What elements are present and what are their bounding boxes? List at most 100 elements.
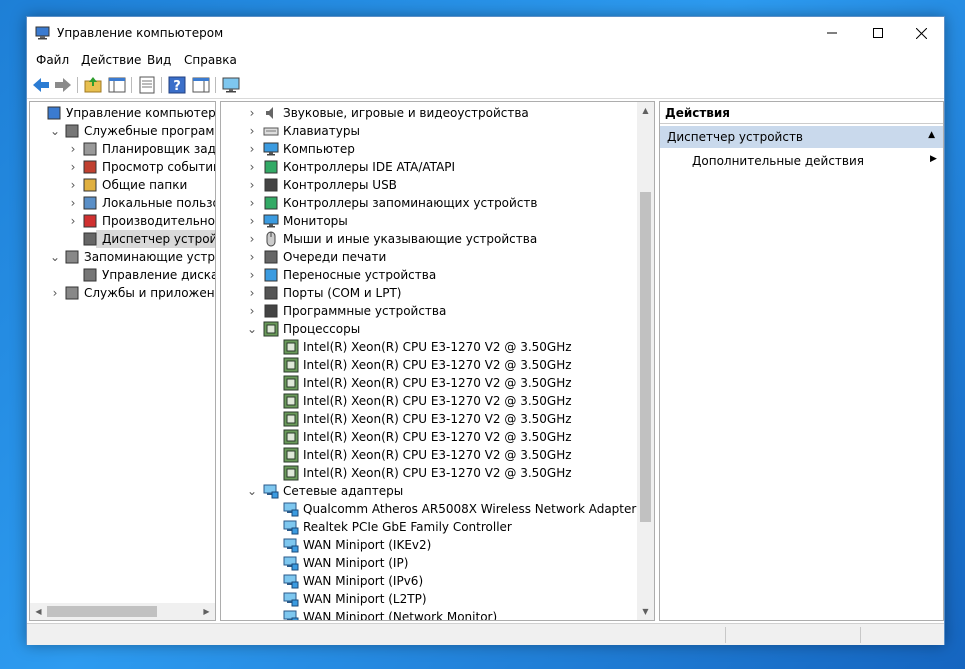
vertical-scrollbar[interactable]: ▲ ▼ <box>637 102 654 620</box>
device-item[interactable]: WAN Miniport (IP) <box>221 554 636 572</box>
nav-tree-item[interactable]: › Локальные пользовате <box>30 194 215 212</box>
up-folder-icon[interactable] <box>83 75 103 95</box>
horizontal-scroll-thumb[interactable] <box>47 606 157 617</box>
collapse-chevron-icon[interactable]: ⌄ <box>247 320 257 338</box>
expand-chevron-icon[interactable]: › <box>247 212 257 230</box>
menu-help[interactable]: Справка <box>184 53 237 67</box>
device-item[interactable]: WAN Miniport (IPv6) <box>221 572 636 590</box>
horizontal-scrollbar[interactable]: ◀ ▶ <box>30 603 215 620</box>
device-item[interactable]: Intel(R) Xeon(R) CPU E3-1270 V2 @ 3.50GH… <box>221 428 636 446</box>
device-item[interactable]: WAN Miniport (L2TP) <box>221 590 636 608</box>
expand-chevron-icon[interactable]: › <box>247 266 257 284</box>
device-category[interactable]: › Порты (COM и LPT) <box>221 284 636 302</box>
nav-tree-item[interactable]: Управление компьютером (л <box>30 104 215 122</box>
collapse-chevron-icon[interactable]: ⌄ <box>247 482 257 500</box>
device-category[interactable]: › Мониторы <box>221 212 636 230</box>
expand-chevron-icon[interactable]: › <box>247 122 257 140</box>
nav-tree-item[interactable]: ⌄ Запоминающие устройст <box>30 248 215 266</box>
maximize-button[interactable] <box>855 17 901 49</box>
expand-chevron-icon[interactable]: › <box>247 248 257 266</box>
device-item[interactable]: Intel(R) Xeon(R) CPU E3-1270 V2 @ 3.50GH… <box>221 464 636 482</box>
scroll-left-icon[interactable]: ◀ <box>30 603 47 620</box>
scroll-down-icon[interactable]: ▼ <box>637 603 654 620</box>
minimize-button[interactable] <box>809 17 855 49</box>
device-item[interactable]: Intel(R) Xeon(R) CPU E3-1270 V2 @ 3.50GH… <box>221 338 636 356</box>
expand-chevron-icon[interactable]: › <box>68 140 78 158</box>
device-category[interactable]: ⌄ Процессоры <box>221 320 636 338</box>
expand-chevron-icon[interactable]: › <box>68 158 78 176</box>
processor-icon <box>283 465 299 481</box>
device-item[interactable]: Intel(R) Xeon(R) CPU E3-1270 V2 @ 3.50GH… <box>221 410 636 428</box>
vertical-scroll-thumb[interactable] <box>640 192 651 522</box>
collapse-chevron-icon[interactable]: ⌄ <box>50 248 60 266</box>
collapse-chevron-icon[interactable]: ⌄ <box>50 122 60 140</box>
nav-tree-item[interactable]: › Службы и приложения <box>30 284 215 302</box>
expand-chevron-icon[interactable]: › <box>247 158 257 176</box>
device-category[interactable]: ⌄ Сетевые адаптеры <box>221 482 636 500</box>
scroll-up-icon[interactable]: ▲ <box>637 102 654 119</box>
status-segment <box>725 627 860 643</box>
nav-tree-item-label: Запоминающие устройст <box>84 250 215 264</box>
expand-chevron-icon[interactable]: › <box>247 230 257 248</box>
device-category[interactable]: › Контроллеры IDE ATA/ATAPI <box>221 158 636 176</box>
device-item[interactable]: Qualcomm Atheros AR5008X Wireless Networ… <box>221 500 636 518</box>
nav-tree-item[interactable]: ⌄ Служебные программы <box>30 122 215 140</box>
device-item[interactable]: Intel(R) Xeon(R) CPU E3-1270 V2 @ 3.50GH… <box>221 392 636 410</box>
device-item[interactable]: WAN Miniport (Network Monitor) <box>221 608 636 620</box>
forward-arrow-icon[interactable] <box>53 75 73 95</box>
expand-chevron-icon[interactable]: › <box>50 284 60 302</box>
view-icon[interactable] <box>191 75 211 95</box>
nav-tree-item[interactable]: Диспетчер устройств <box>30 230 215 248</box>
close-icon <box>916 27 927 39</box>
device-tree-pane[interactable]: ▲ ▼ › Звуковые, игровые и видеоустройства… <box>220 101 655 621</box>
menu-file[interactable]: Файл <box>36 53 69 67</box>
expand-chevron-icon[interactable]: › <box>247 194 257 212</box>
nav-tree-item[interactable]: Управление дисками <box>30 266 215 284</box>
nav-tree-item[interactable]: › Общие папки <box>30 176 215 194</box>
toolbar: ? <box>27 71 944 99</box>
device-item[interactable]: Intel(R) Xeon(R) CPU E3-1270 V2 @ 3.50GH… <box>221 356 636 374</box>
actions-pane: Действия Диспетчер устройств ▲ Дополните… <box>659 101 944 621</box>
device-category[interactable]: › Клавиатуры <box>221 122 636 140</box>
device-category[interactable]: › Контроллеры USB <box>221 176 636 194</box>
device-label: Контроллеры запоминающих устройств <box>283 196 538 210</box>
collapse-icon[interactable]: ▲ <box>928 130 935 140</box>
expand-chevron-icon[interactable]: › <box>247 140 257 158</box>
actions-section-device-manager[interactable]: Диспетчер устройств ▲ <box>660 126 943 148</box>
device-label: Контроллеры IDE ATA/ATAPI <box>283 160 456 174</box>
more-actions-item[interactable]: Дополнительные действия <box>692 154 864 168</box>
scroll-right-icon[interactable]: ▶ <box>198 603 215 620</box>
close-button[interactable] <box>899 17 944 49</box>
expand-chevron-icon[interactable]: › <box>247 302 257 320</box>
device-item[interactable]: Intel(R) Xeon(R) CPU E3-1270 V2 @ 3.50GH… <box>221 374 636 392</box>
expand-chevron-icon[interactable]: › <box>247 176 257 194</box>
device-item[interactable]: Intel(R) Xeon(R) CPU E3-1270 V2 @ 3.50GH… <box>221 446 636 464</box>
back-arrow-icon[interactable] <box>31 75 51 95</box>
device-category[interactable]: › Очереди печати <box>221 248 636 266</box>
show-tree-icon[interactable] <box>107 75 127 95</box>
device-category[interactable]: › Программные устройства <box>221 302 636 320</box>
menu-view[interactable]: Вид <box>147 53 171 67</box>
nav-tree-item[interactable]: › Планировщик заданий <box>30 140 215 158</box>
expand-chevron-icon[interactable]: › <box>247 284 257 302</box>
device-category[interactable]: › Звуковые, игровые и видеоустройства <box>221 104 636 122</box>
menu-action[interactable]: Действие <box>81 53 141 67</box>
device-category[interactable]: › Переносные устройства <box>221 266 636 284</box>
properties-icon[interactable] <box>137 75 157 95</box>
device-category[interactable]: › Контроллеры запоминающих устройств <box>221 194 636 212</box>
monitor-icon[interactable] <box>221 75 241 95</box>
expand-chevron-icon[interactable]: › <box>68 212 78 230</box>
device-item[interactable]: Realtek PCIe GbE Family Controller <box>221 518 636 536</box>
nav-tree-item[interactable]: › Просмотр событий <box>30 158 215 176</box>
title-bar[interactable]: Управление компьютером <box>27 17 944 49</box>
navigation-tree-pane[interactable]: ◀ ▶ Управление компьютером (л ⌄ Служебные … <box>29 101 216 621</box>
expand-chevron-icon[interactable]: › <box>247 104 257 122</box>
device-category[interactable]: › Мыши и иные указывающие устройства <box>221 230 636 248</box>
nav-tree-item[interactable]: › Производительность <box>30 212 215 230</box>
device-category[interactable]: › Компьютер <box>221 140 636 158</box>
help-icon[interactable]: ? <box>167 75 187 95</box>
expand-chevron-icon[interactable]: › <box>68 194 78 212</box>
nav-tree-item-label: Управление компьютером (л <box>66 106 216 120</box>
expand-chevron-icon[interactable]: › <box>68 176 78 194</box>
device-item[interactable]: WAN Miniport (IKEv2) <box>221 536 636 554</box>
